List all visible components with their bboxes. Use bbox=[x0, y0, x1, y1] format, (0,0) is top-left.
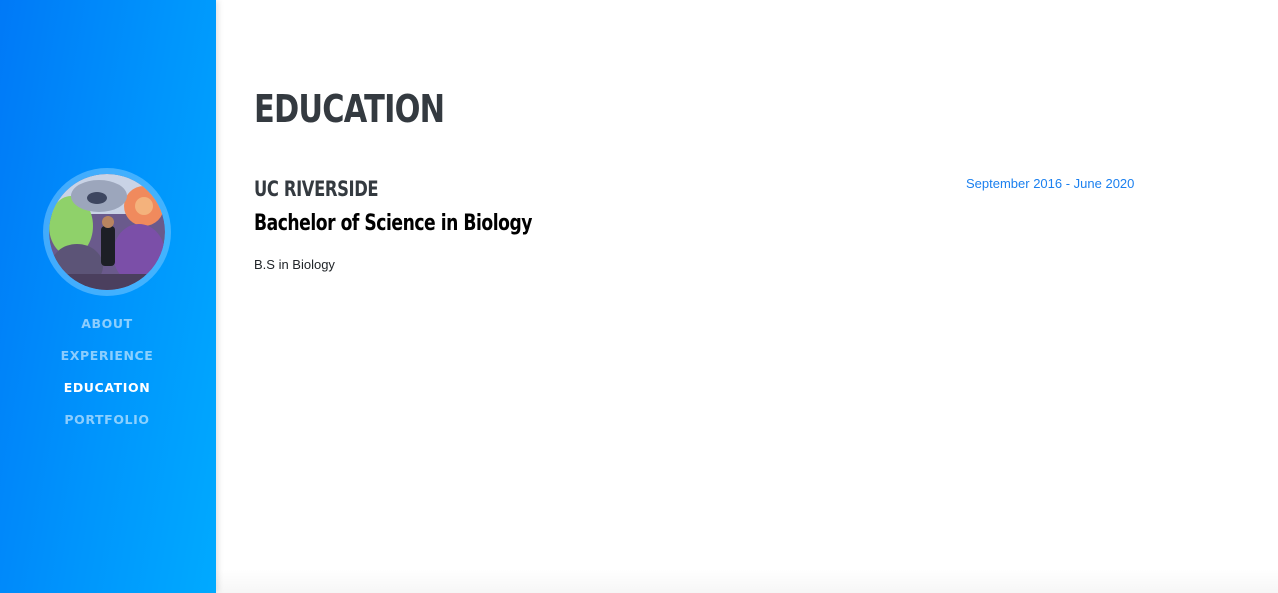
profile-avatar-frame bbox=[43, 168, 171, 296]
page-title: EDUCATION bbox=[254, 87, 445, 131]
degree-description: B.S in Biology bbox=[254, 257, 335, 272]
nav-item-portfolio[interactable]: PORTFOLIO bbox=[0, 410, 214, 442]
nav-item-about[interactable]: ABOUT bbox=[0, 314, 214, 346]
profile-photo bbox=[49, 174, 165, 290]
nav-item-education[interactable]: EDUCATION bbox=[0, 378, 214, 410]
nav-item-experience[interactable]: EXPERIENCE bbox=[0, 346, 214, 378]
degree-title: Bachelor of Science in Biology bbox=[254, 211, 533, 236]
sidebar: ABOUT EXPERIENCE EDUCATION PORTFOLIO bbox=[0, 0, 216, 593]
sidebar-nav: ABOUT EXPERIENCE EDUCATION PORTFOLIO bbox=[0, 314, 214, 442]
school-name: UC RIVERSIDE bbox=[254, 177, 379, 201]
main-content: EDUCATION UC RIVERSIDE Bachelor of Scien… bbox=[254, 0, 1254, 593]
date-range: September 2016 - June 2020 bbox=[966, 176, 1135, 191]
bottom-shadow bbox=[216, 569, 1278, 593]
